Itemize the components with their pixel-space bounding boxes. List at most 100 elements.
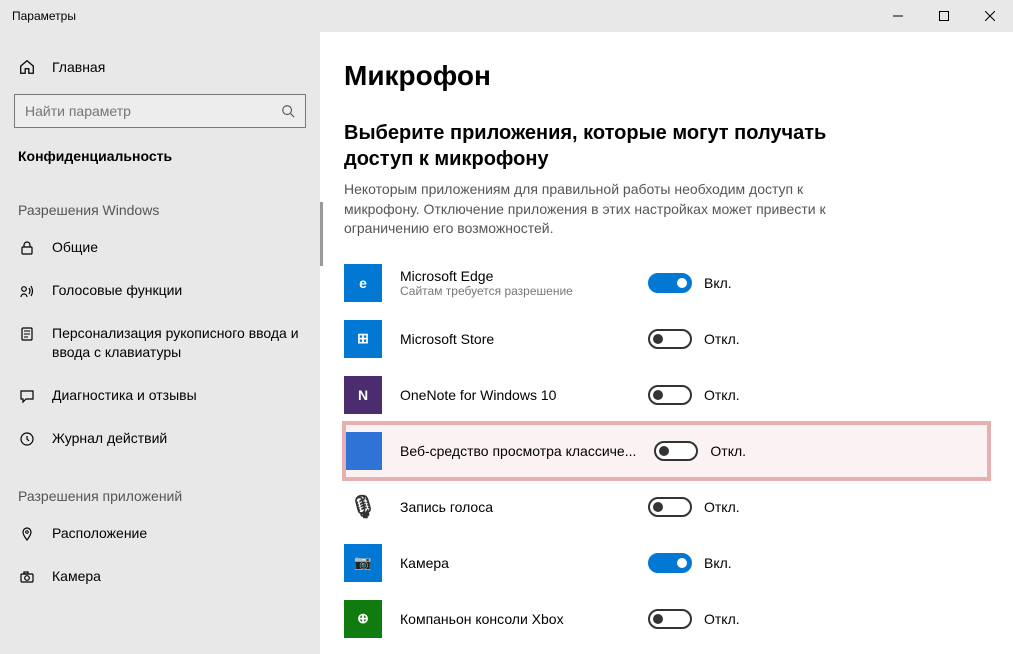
inking-icon — [18, 325, 36, 343]
page-title: Микрофон — [344, 60, 989, 92]
toggle-wrap: Откл. — [648, 385, 740, 405]
sidebar-item-camera[interactable]: Камера — [0, 555, 320, 598]
section-heading: Выберите приложения, которые могут получ… — [344, 120, 864, 172]
app-icon: e — [344, 264, 382, 302]
home-icon — [18, 58, 36, 76]
app-name: Microsoft Edge — [400, 268, 630, 284]
sidebar-item-label: Персонализация рукописного ввода и ввода… — [52, 324, 302, 362]
app-text: OneNote for Windows 10 — [400, 387, 630, 403]
toggle-label: Вкл. — [704, 275, 732, 291]
feedback-icon — [18, 387, 36, 405]
sidebar-item-label: Общие — [52, 238, 302, 257]
toggle-switch[interactable] — [648, 329, 692, 349]
category-label: Конфиденциальность — [0, 134, 320, 174]
app-name: Запись голоса — [400, 499, 630, 515]
sidebar-item-location[interactable]: Расположение — [0, 512, 320, 555]
app-text: Камера — [400, 555, 630, 571]
search-input[interactable] — [15, 103, 271, 119]
toggle-switch[interactable] — [648, 609, 692, 629]
toggle-switch[interactable] — [648, 497, 692, 517]
app-icon: 📷 — [344, 544, 382, 582]
app-row: 📷 Камера Вкл. — [344, 535, 989, 591]
app-name: Microsoft Store — [400, 331, 630, 347]
search-icon — [271, 94, 305, 128]
settings-window: Параметры Главная — [0, 0, 1013, 654]
window-title: Параметры — [0, 9, 76, 23]
toggle-label: Откл. — [704, 331, 740, 347]
app-row: e Microsoft EdgeСайтам требуется разрешен… — [344, 255, 989, 311]
toggle-switch[interactable] — [648, 553, 692, 573]
sidebar-item-label: Голосовые функции — [52, 281, 302, 300]
toggle-knob — [659, 446, 669, 456]
sidebar-item-speech[interactable]: Голосовые функции — [0, 269, 320, 312]
toggle-switch[interactable] — [654, 441, 698, 461]
toggle-label: Откл. — [704, 387, 740, 403]
titlebar: Параметры — [0, 0, 1013, 32]
history-icon — [18, 430, 36, 448]
app-name: Камера — [400, 555, 630, 571]
body: Главная Конфиденциальность Разрешения Wi… — [0, 32, 1013, 654]
app-list: e Microsoft EdgeСайтам требуется разрешен… — [344, 255, 989, 647]
maximize-button[interactable] — [921, 0, 967, 32]
app-icon: ⊕ — [344, 600, 382, 638]
app-name: Веб-средство просмотра классиче... — [400, 443, 636, 459]
app-name: OneNote for Windows 10 — [400, 387, 630, 403]
app-subtext: Сайтам требуется разрешение — [400, 284, 630, 298]
sidebar-item-label: Расположение — [52, 524, 302, 543]
app-icon: ⊞ — [344, 320, 382, 358]
close-button[interactable] — [967, 0, 1013, 32]
app-row: N OneNote for Windows 10 Откл. — [344, 367, 989, 423]
toggle-wrap: Вкл. — [648, 273, 732, 293]
camera-icon — [18, 568, 36, 586]
toggle-knob — [677, 278, 687, 288]
speech-icon — [18, 282, 36, 300]
sidebar-item-label: Журнал действий — [52, 429, 302, 448]
location-icon — [18, 525, 36, 543]
toggle-switch[interactable] — [648, 385, 692, 405]
app-icon: N — [344, 376, 382, 414]
app-row: 🎙 Запись голоса Откл. — [344, 479, 989, 535]
toggle-switch[interactable] — [648, 273, 692, 293]
toggle-knob — [653, 502, 663, 512]
app-text: Компаньон консоли Xbox — [400, 611, 630, 627]
app-name: Компаньон консоли Xbox — [400, 611, 630, 627]
toggle-knob — [653, 614, 663, 624]
section-windows-label: Разрешения Windows — [0, 174, 320, 226]
app-text: Microsoft Store — [400, 331, 630, 347]
toggle-label: Откл. — [710, 443, 746, 459]
app-text: Microsoft EdgeСайтам требуется разрешени… — [400, 268, 630, 298]
app-icon — [344, 432, 382, 470]
toggle-label: Вкл. — [704, 555, 732, 571]
home-link[interactable]: Главная — [0, 50, 320, 84]
minimize-button[interactable] — [875, 0, 921, 32]
toggle-wrap: Откл. — [648, 329, 740, 349]
sidebar-item-general[interactable]: Общие — [0, 226, 320, 269]
sidebar-item-diagnostics[interactable]: Диагностика и отзывы — [0, 374, 320, 417]
main-wrap: Микрофон Выберите приложения, которые мо… — [320, 32, 1013, 654]
toggle-wrap: Откл. — [654, 441, 746, 461]
search-box[interactable] — [14, 94, 306, 128]
toggle-wrap: Вкл. — [648, 553, 732, 573]
toggle-knob — [653, 390, 663, 400]
sidebar-item-label: Диагностика и отзывы — [52, 386, 302, 405]
section-description: Некоторым приложениям для правильной раб… — [344, 180, 864, 239]
sidebar-item-activity[interactable]: Журнал действий — [0, 417, 320, 460]
app-row: Веб-средство просмотра классиче... Откл. — [344, 423, 989, 479]
search-wrap — [0, 84, 320, 134]
sidebar: Главная Конфиденциальность Разрешения Wi… — [0, 32, 320, 654]
toggle-label: Откл. — [704, 611, 740, 627]
toggle-knob — [677, 558, 687, 568]
sidebar-item-inking[interactable]: Персонализация рукописного ввода и ввода… — [0, 312, 320, 374]
lock-icon — [18, 239, 36, 257]
app-icon: 🎙 — [344, 488, 382, 526]
sidebar-item-label: Камера — [52, 567, 302, 586]
toggle-wrap: Откл. — [648, 497, 740, 517]
app-text: Веб-средство просмотра классиче... — [400, 443, 636, 459]
app-row: ⊞ Microsoft Store Откл. — [344, 311, 989, 367]
app-text: Запись голоса — [400, 499, 630, 515]
toggle-label: Откл. — [704, 499, 740, 515]
main-content: Микрофон Выберите приложения, которые мо… — [320, 32, 1013, 654]
toggle-knob — [653, 334, 663, 344]
section-apps-label: Разрешения приложений — [0, 460, 320, 512]
toggle-wrap: Откл. — [648, 609, 740, 629]
